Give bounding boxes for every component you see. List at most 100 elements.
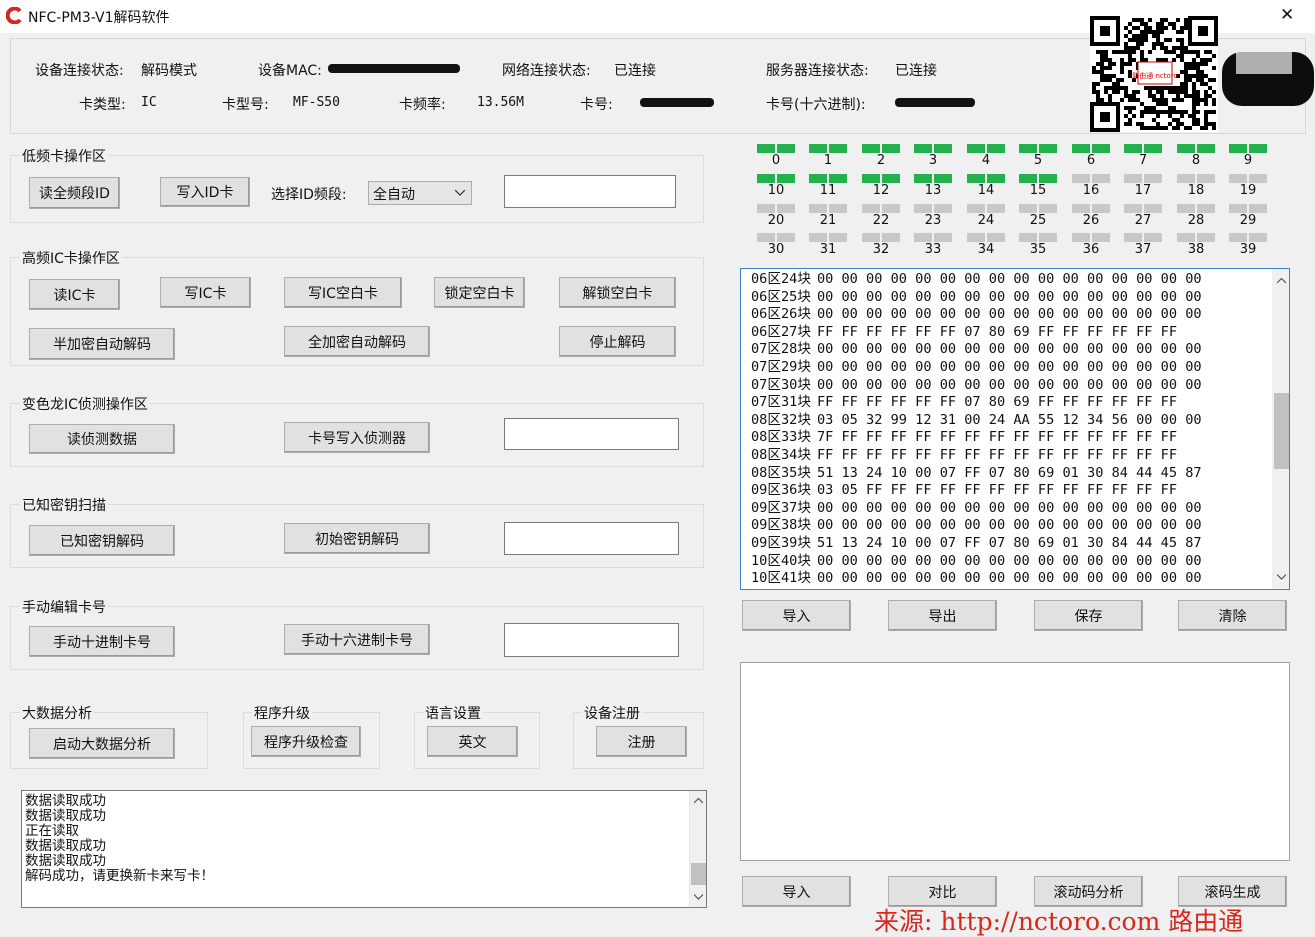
known-key-group-title: 已知密钥扫描 [20,495,108,515]
import-rolling-button[interactable]: 导入 [742,876,851,907]
key-a-status [914,204,932,213]
block-row: 09区36块 03 05 FF FF FF FF FF FF FF FF FF F… [751,482,1177,500]
write-id-button[interactable]: 写入ID卡 [160,177,250,207]
stop-decode-button[interactable]: 停止解码 [559,326,676,357]
block-label: 08区35块 [751,464,811,481]
read-detect-data-button[interactable]: 读侦测数据 [29,424,175,454]
sector-number: 38 [1187,242,1205,257]
write-card-to-detector-button[interactable]: 卡号写入侦测器 [284,422,430,453]
block-bytes: 00 00 00 00 00 00 00 00 00 00 00 00 00 0… [816,499,1202,516]
log-line: 数据读取成功 [25,853,106,869]
sector-key-bars [1066,204,1116,213]
key-b-status [1249,204,1267,213]
key-a-status [967,233,985,242]
card-model-value: MF-S50 [293,95,340,110]
sector-number: 2 [876,153,886,168]
write-blank-ic-button[interactable]: 写IC空白卡 [284,277,402,308]
manual-decimal-button[interactable]: 手动十进制卡号 [29,626,175,657]
lock-blank-button[interactable]: 锁定空白卡 [434,277,525,308]
english-button[interactable]: 英文 [427,726,518,757]
write-ic-button[interactable]: 写IC卡 [160,277,251,308]
lf-id-input[interactable] [504,175,676,208]
unlock-blank-button[interactable]: 解锁空白卡 [559,277,676,308]
half-encrypt-decode-button[interactable]: 半加密自动解码 [29,328,175,360]
known-key-input[interactable] [504,522,679,555]
save-data-button[interactable]: 保存 [1034,600,1143,631]
sector-key-bars [908,204,958,213]
manual-hex-button[interactable]: 手动十六进制卡号 [284,624,430,655]
scroll-up-icon[interactable] [1277,278,1286,284]
log-output[interactable]: 数据读取成功 数据读取成功 正在读取 数据读取成功 数据读取成功 解码成功，请更换新卡来写… [21,790,707,908]
rolling-code-analysis-button[interactable]: 滚动码分析 [1034,876,1143,907]
sector-number: 29 [1239,213,1257,228]
key-b-status [934,174,952,183]
sector-number: 23 [924,213,942,228]
key-b-status [1039,204,1057,213]
chameleon-input[interactable] [504,418,679,450]
sector-key-bars [856,144,906,153]
block-data-view[interactable]: 06区24块 00 00 00 00 00 00 00 00 00 00 00 0… [740,268,1290,590]
log-line: 数据读取成功 [25,793,106,809]
window-title: NFC-PM3-V1解码软件 [28,10,170,26]
log-line: 解码成功，请更换新卡来写卡！ [25,868,214,884]
scroll-up-icon[interactable] [694,798,703,804]
scroll-down-icon[interactable] [694,894,703,900]
start-bigdata-button[interactable]: 启动大数据分析 [29,728,175,759]
key-a-status [967,144,985,153]
export-data-button[interactable]: 导出 [888,600,997,631]
key-a-status [1019,144,1037,153]
close-icon[interactable]: ✕ [1280,5,1294,25]
sector-key-bars [803,204,853,213]
key-b-status [1144,144,1162,153]
sector-number: 4 [981,153,991,168]
key-b-status [1092,174,1110,183]
log-scrollbar[interactable] [689,791,706,907]
upgrade-check-button[interactable]: 程序升级检查 [251,726,361,757]
app-logo-icon [6,7,22,24]
log-scroll-thumb[interactable] [691,863,706,885]
scroll-down-icon[interactable] [1277,574,1286,580]
key-a-status [1229,233,1247,242]
sector-number: 21 [819,213,837,228]
key-b-status [777,204,795,213]
qr-code-image: 路由通 nctoro [1090,16,1218,132]
block-label: 09区38块 [751,517,811,534]
compare-button[interactable]: 对比 [888,876,997,907]
key-a-status [1229,144,1247,153]
block-label: 07区30块 [751,376,811,393]
key-a-status [1019,204,1037,213]
sector-key-bars [803,174,853,183]
manual-card-input[interactable] [504,623,679,657]
key-a-status [1072,204,1090,213]
id-freq-select[interactable]: 全自动 [368,181,472,205]
hex-scroll-thumb[interactable] [1274,393,1289,469]
card-no-label: 卡号: [580,97,613,113]
register-button[interactable]: 注册 [596,726,687,757]
read-ic-button[interactable]: 读IC卡 [29,279,120,310]
known-key-decode-button[interactable]: 已知密钥解码 [29,525,175,556]
full-encrypt-decode-button[interactable]: 全加密自动解码 [284,326,430,357]
block-label: 06区26块 [751,306,811,323]
rolling-code-generate-button[interactable]: 滚码生成 [1178,876,1287,907]
sector-indicator: 31 [803,233,853,269]
hex-scrollbar[interactable] [1272,269,1289,589]
manual-card-group-title: 手动编辑卡号 [20,597,108,617]
analysis-output[interactable] [740,662,1290,861]
source-watermark: 来源: http://nctoro.com 路由通 [874,907,1244,936]
key-b-status [1039,233,1057,242]
key-a-status [914,144,932,153]
upgrade-group-title: 程序升级 [252,703,312,723]
import-data-button[interactable]: 导入 [742,600,851,631]
clear-data-button[interactable]: 清除 [1178,600,1287,631]
key-a-status [809,204,827,213]
initial-key-decode-button[interactable]: 初始密钥解码 [284,523,430,554]
sector-indicator: 37 [1118,233,1168,269]
key-a-status [1124,144,1142,153]
sector-number: 28 [1187,213,1205,228]
sector-key-bars [1013,174,1063,183]
net-conn-value: 已连接 [614,63,656,79]
key-a-status [1124,204,1142,213]
key-b-status [1197,233,1215,242]
sector-number: 18 [1187,183,1205,198]
read-all-freq-button[interactable]: 读全频段ID [29,177,120,209]
